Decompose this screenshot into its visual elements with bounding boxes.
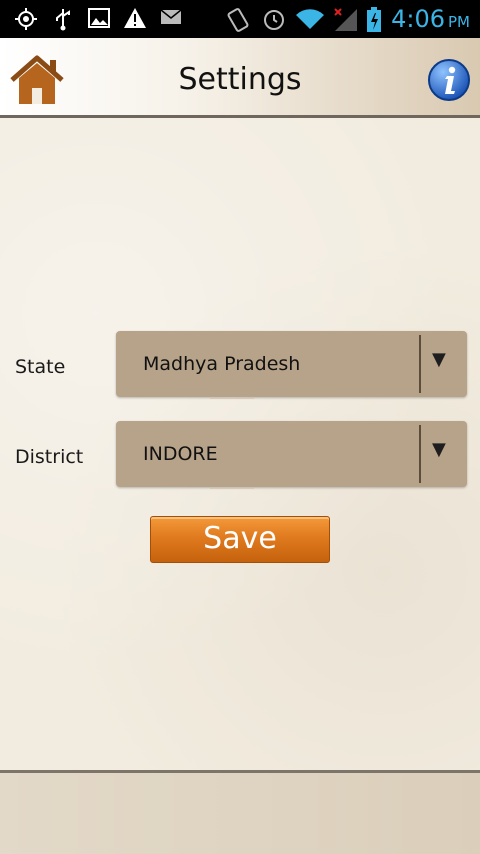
chevron-down-icon: ▼ <box>432 439 446 460</box>
battery-icon <box>367 7 381 32</box>
dropdown-underline <box>210 488 254 489</box>
signal-icon <box>334 8 357 31</box>
gps-icon <box>15 8 37 30</box>
wifi-icon <box>296 9 324 29</box>
chevron-down-icon: ▼ <box>432 349 446 370</box>
clock-ampm: PM <box>448 13 470 31</box>
usb-icon <box>56 9 70 31</box>
status-bar: 4:06 PM <box>0 0 480 38</box>
clock: 4:06 PM <box>391 5 470 36</box>
warning-icon <box>124 8 146 28</box>
page-title: Settings <box>178 62 302 97</box>
save-button[interactable]: Save <box>150 516 330 563</box>
app-header: Settings <box>0 38 480 118</box>
district-value: INDORE <box>143 443 218 465</box>
state-value: Madhya Pradesh <box>143 353 301 375</box>
info-icon[interactable] <box>427 58 471 102</box>
alarm-icon <box>264 10 284 30</box>
dropdown-underline <box>210 398 254 399</box>
mail-icon <box>160 9 182 24</box>
vibrate-icon <box>227 8 249 32</box>
state-label: State <box>15 356 66 378</box>
dropdown-divider <box>419 335 421 393</box>
state-dropdown[interactable]: Madhya Pradesh ▼ <box>116 331 467 399</box>
district-label: District <box>15 446 84 468</box>
footer-bar <box>0 770 480 854</box>
clock-time: 4:06 <box>391 5 445 33</box>
image-icon <box>88 8 110 28</box>
dropdown-divider <box>419 425 421 483</box>
district-dropdown[interactable]: INDORE ▼ <box>116 421 467 489</box>
